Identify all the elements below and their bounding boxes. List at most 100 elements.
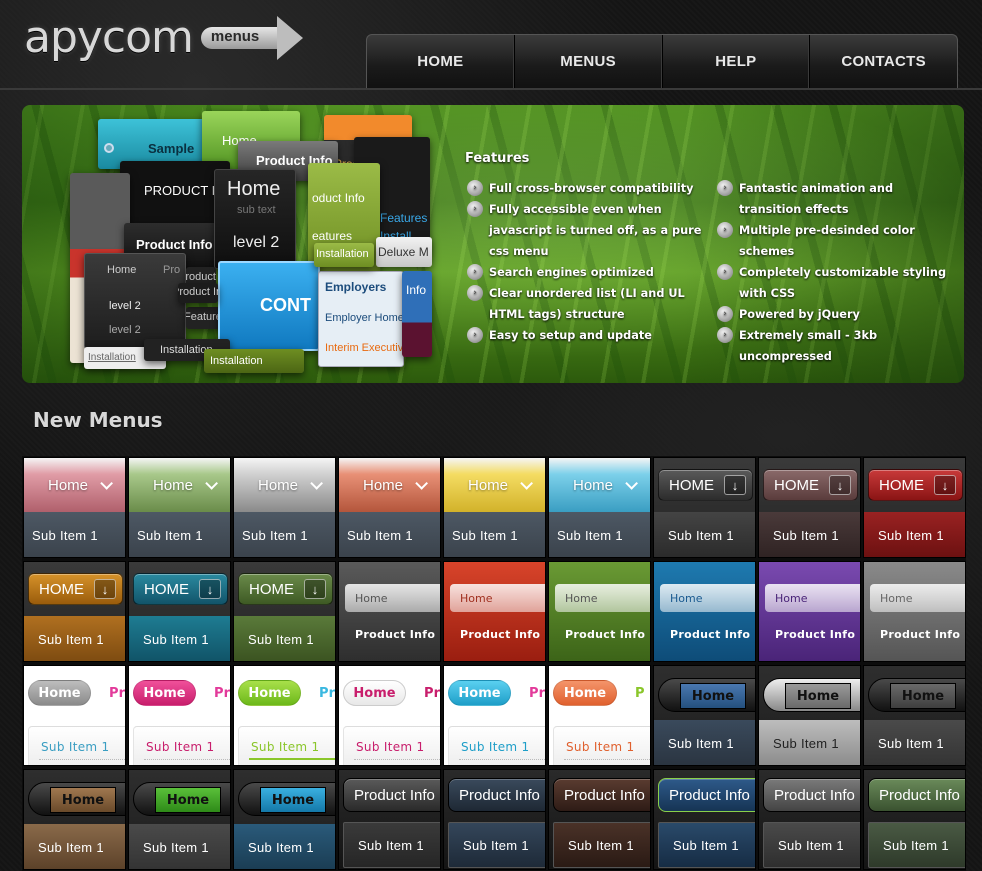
chevron-down-icon bbox=[415, 476, 429, 490]
menu-thumb-cap-cyan[interactable]: Home Sub Item 1 bbox=[233, 769, 336, 870]
collage-product-info-e-label: Product Info bbox=[178, 286, 218, 298]
collage-features-a-label: Features bbox=[380, 211, 428, 225]
collage-card-deluxe: Deluxe M bbox=[376, 237, 432, 267]
menu-thumb-light-white[interactable]: Home Pr Sub Item 1 bbox=[338, 665, 441, 766]
menu-thumb-pink[interactable]: Home Sub Item 1 bbox=[23, 457, 126, 558]
menu-thumb-dark-sage[interactable]: Product Info Sub Item 1 bbox=[863, 769, 966, 870]
logo-text: apycom bbox=[24, 12, 194, 63]
nav-menus[interactable]: MENUS bbox=[515, 35, 663, 88]
collage-card-cont: CONT bbox=[218, 261, 320, 351]
menu-thumb-cap-silver[interactable]: Home Sub Item 1 bbox=[758, 665, 861, 766]
feature-item: › Completely customizable styling with CS… bbox=[715, 262, 955, 304]
features-list-left: › Full cross-browser compatibility › Fully… bbox=[465, 178, 705, 367]
arrow-down-icon: ↓ bbox=[304, 579, 326, 599]
arrow-down-icon: ↓ bbox=[94, 579, 116, 599]
feature-item: › Powered by jQuery bbox=[715, 304, 955, 325]
menu-thumb-pill-olive[interactable]: HOME ↓ Sub Item 1 bbox=[233, 561, 336, 662]
menu-thumb-light-lime[interactable]: Home Pr Sub Item 1 bbox=[233, 665, 336, 766]
feature-banner: Sample Home Product Product Info PRODUCT… bbox=[22, 105, 964, 383]
collage-level2-big-label: level 2 bbox=[233, 234, 280, 251]
collage-sample-label: Sample bbox=[148, 141, 195, 156]
nav-home[interactable]: HOME bbox=[367, 35, 515, 88]
menu-thumb-sky[interactable]: Home Sub Item 1 bbox=[548, 457, 651, 558]
menu-thumb-light-cyan[interactable]: Home Pr Sub Item 1 bbox=[443, 665, 546, 766]
arrow-bullet-icon: › bbox=[717, 180, 733, 196]
chevron-down-icon bbox=[625, 476, 639, 490]
menu-thumb-light-magenta[interactable]: Home Pr Sub Item 1 bbox=[128, 665, 231, 766]
collage-card-home-big: Home sub text level 2 bbox=[214, 169, 296, 269]
collage-info-label: Info bbox=[406, 283, 427, 297]
menu-thumb-light-gray[interactable]: Home Pr Sub Item 1 bbox=[23, 665, 126, 766]
radio-icon bbox=[104, 143, 114, 153]
logo-badge: menus bbox=[210, 28, 260, 45]
menu-thumb-dark-silver[interactable]: Product Info Sub Item 1 bbox=[758, 769, 861, 870]
menu-thumb-dark-navy[interactable]: Product Info Sub Item 1 bbox=[443, 769, 546, 870]
arrow-bullet-icon: › bbox=[467, 264, 483, 280]
menu-thumb-pill-dark[interactable]: HOME ↓ Sub Item 1 bbox=[653, 457, 756, 558]
collage-level2-b-label: level 2 bbox=[109, 324, 141, 336]
menu-thumb-prod-red[interactable]: Home Product Info bbox=[443, 561, 546, 662]
menu-thumb-coral[interactable]: Home Sub Item 1 bbox=[338, 457, 441, 558]
menu-thumb-green[interactable]: Home Sub Item 1 bbox=[128, 457, 231, 558]
collage-sub-text-label: sub text bbox=[237, 204, 276, 216]
header-divider bbox=[0, 88, 982, 90]
menu-thumb-dark-gray[interactable]: Product Info Sub Item 1 bbox=[338, 769, 441, 870]
logo-arrow-icon: menus bbox=[200, 16, 307, 60]
chevron-down-icon bbox=[310, 476, 324, 490]
collage-deluxe-label: Deluxe M bbox=[378, 245, 429, 259]
feature-item: › Extremely small - 3kb uncompressed bbox=[715, 325, 955, 367]
chevron-down-icon bbox=[100, 476, 114, 490]
feature-item: › Fully accessible even when javascript i… bbox=[465, 199, 705, 262]
menu-thumb-dark-blue[interactable]: Product Info Sub Item 1 bbox=[653, 769, 756, 870]
arrow-bullet-icon: › bbox=[467, 285, 483, 301]
arrow-down-icon: ↓ bbox=[829, 475, 851, 495]
collage-card-employers: Employers Employer Home Interim Executiv bbox=[318, 271, 404, 367]
menu-thumb-cap-dark[interactable]: Home Sub Item 1 bbox=[863, 665, 966, 766]
nav-contacts[interactable]: CONTACTS bbox=[810, 35, 957, 88]
collage-home-small-label: Home bbox=[107, 264, 137, 276]
features-panel: Features › Full cross-browser compatibili… bbox=[465, 151, 955, 367]
collage-card-install-b: Installation bbox=[314, 243, 374, 267]
menu-thumb-cap-green[interactable]: Home Sub Item 1 bbox=[128, 769, 231, 870]
arrow-bullet-icon: › bbox=[467, 327, 483, 343]
collage-install-b-label: Installation bbox=[316, 248, 369, 260]
feature-item: › Clear unordered list (LI and UL HTML ta… bbox=[465, 283, 705, 325]
menu-thumb-prod-green[interactable]: Home Product Info bbox=[548, 561, 651, 662]
features-list-right: › Fantastic animation and transition effe… bbox=[715, 178, 955, 367]
nav-help[interactable]: HELP bbox=[663, 35, 811, 88]
section-title-new-menus: New Menus bbox=[33, 408, 163, 432]
menu-thumb-pill-teal[interactable]: HOME ↓ Sub Item 1 bbox=[128, 561, 231, 662]
collage-employers-label: Employers bbox=[325, 280, 387, 294]
arrow-down-icon: ↓ bbox=[934, 475, 956, 495]
arrow-bullet-icon: › bbox=[467, 201, 483, 217]
menu-thumb-prod-purple[interactable]: Home Product Info bbox=[758, 561, 861, 662]
collage-interim-label: Interim Executiv bbox=[325, 342, 404, 354]
menu-thumb-gray[interactable]: Home Sub Item 1 bbox=[233, 457, 336, 558]
collage-installation-c-label: Installation bbox=[88, 352, 136, 363]
feature-item: › Easy to setup and update bbox=[465, 325, 705, 346]
arrow-bullet-icon: › bbox=[717, 222, 733, 238]
apycom-logo[interactable]: apycom menus bbox=[24, 14, 307, 62]
menu-thumb-pill-mauve[interactable]: HOME ↓ Sub Item 1 bbox=[758, 457, 861, 558]
arrow-down-icon: ↓ bbox=[724, 475, 746, 495]
collage-card-bottom-install-3: Installation bbox=[204, 349, 304, 373]
menu-thumb-prod-blue[interactable]: Home Product Info bbox=[653, 561, 756, 662]
collage-employer-home-label: Employer Home bbox=[325, 312, 404, 324]
collage-card-info: Info bbox=[402, 271, 432, 357]
menu-thumb-cap-blue[interactable]: Home Sub Item 1 bbox=[653, 665, 756, 766]
collage-level2-a-label: level 2 bbox=[109, 300, 141, 312]
menu-thumb-prod-silver[interactable]: Home Product Info bbox=[863, 561, 966, 662]
main-nav: HOME MENUS HELP CONTACTS bbox=[366, 34, 958, 88]
arrow-bullet-icon: › bbox=[467, 180, 483, 196]
menu-thumb-dark-brown[interactable]: Product Info Sub Item 1 bbox=[548, 769, 651, 870]
features-title: Features bbox=[465, 151, 530, 166]
menu-thumb-prod-gray[interactable]: Home Product Info bbox=[338, 561, 441, 662]
menu-thumb-light-orange[interactable]: Home P Sub Item 1 bbox=[548, 665, 651, 766]
collage-installation-e-label: Installation bbox=[210, 355, 263, 367]
menu-thumb-pill-red[interactable]: HOME ↓ Sub Item 1 bbox=[863, 457, 966, 558]
chevron-down-icon bbox=[520, 476, 534, 490]
menu-thumb-yellow[interactable]: Home Sub Item 1 bbox=[443, 457, 546, 558]
menu-thumb-cap-brown[interactable]: Home Sub Item 1 bbox=[23, 769, 126, 870]
menu-thumb-pill-orange[interactable]: HOME ↓ Sub Item 1 bbox=[23, 561, 126, 662]
arrow-bullet-icon: › bbox=[717, 264, 733, 280]
